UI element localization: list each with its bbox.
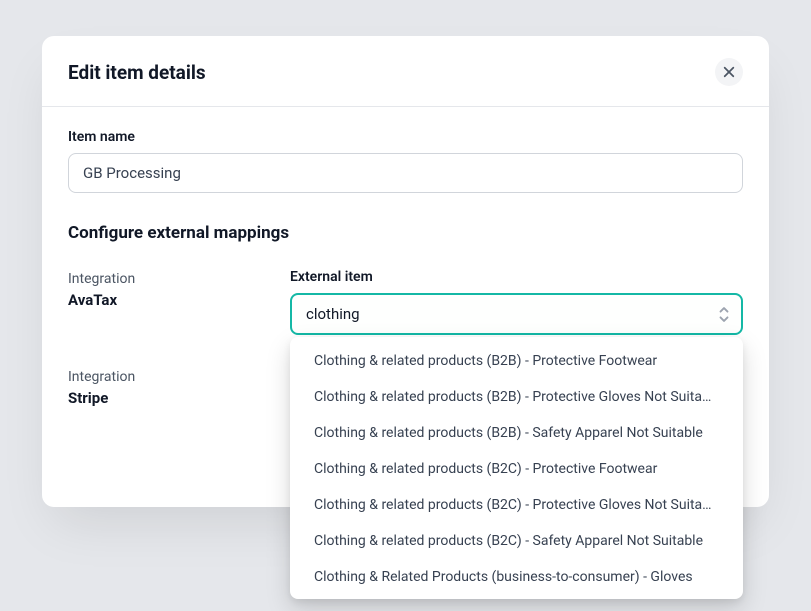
dropdown-scroll[interactable]: Clothing & related products (B2B) - Prot… (294, 343, 739, 599)
integration-name-stripe: Stripe (68, 389, 250, 407)
external-item-dropdown: Clothing & related products (B2B) - Prot… (290, 337, 743, 599)
integration-col: Integration Stripe (68, 367, 250, 407)
modal-title: Edit item details (68, 61, 206, 84)
modal-body: Item name Configure external mappings In… (42, 107, 769, 507)
dropdown-option[interactable]: Clothing & related products (B2C) - Prot… (294, 487, 739, 523)
integration-name-avatax: AvaTax (68, 291, 250, 309)
chevron-up-down-icon[interactable] (717, 305, 731, 323)
dropdown-option[interactable]: Clothing & related products (B2B) - Safe… (294, 415, 739, 451)
close-button[interactable] (715, 58, 743, 86)
item-name-input[interactable] (68, 153, 743, 193)
dropdown-option[interactable]: Clothing & Related Products (business-to… (294, 595, 739, 599)
external-item-search-input[interactable] (290, 293, 743, 335)
external-item-col: External item Clothing & related product… (290, 269, 743, 335)
integration-label: Integration (68, 369, 250, 385)
dropdown-option[interactable]: Clothing & related products (B2C) - Safe… (294, 523, 739, 559)
mapping-row-avatax: Integration AvaTax External item (68, 269, 743, 335)
dropdown-option[interactable]: Clothing & related products (B2C) - Prot… (294, 451, 739, 487)
integration-col: Integration AvaTax (68, 269, 250, 335)
integration-label: Integration (68, 271, 250, 287)
edit-item-modal: Edit item details Item name Configure ex… (42, 36, 769, 507)
external-item-combo (290, 293, 743, 335)
close-icon (723, 66, 735, 78)
configure-mappings-title: Configure external mappings (68, 223, 743, 243)
external-item-label: External item (290, 269, 743, 285)
item-name-label: Item name (68, 129, 743, 145)
modal-header: Edit item details (42, 36, 769, 107)
dropdown-option[interactable]: Clothing & related products (B2B) - Prot… (294, 379, 739, 415)
dropdown-option[interactable]: Clothing & Related Products (business-to… (294, 559, 739, 595)
dropdown-option[interactable]: Clothing & related products (B2B) - Prot… (294, 343, 739, 379)
